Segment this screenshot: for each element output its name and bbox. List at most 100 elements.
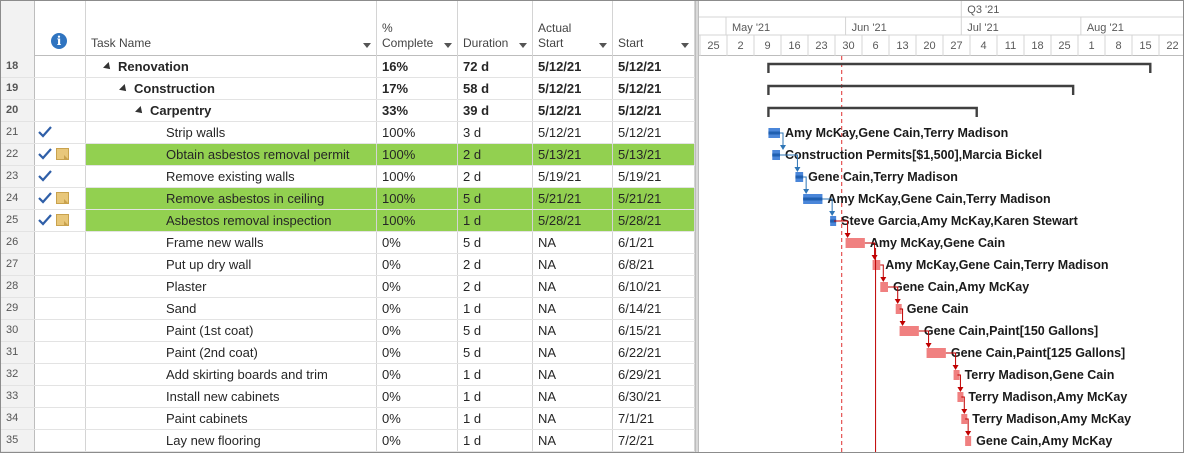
start-cell[interactable]: 7/1/21 bbox=[613, 408, 695, 429]
row-id-cell[interactable]: 18 bbox=[1, 56, 35, 77]
pct-complete-filter-dropdown-icon[interactable] bbox=[444, 43, 452, 48]
pct-complete-cell[interactable]: 0% bbox=[377, 254, 458, 275]
task-row[interactable]: 31 Paint (2nd coat) 0% 5 d NA 6/22/21 bbox=[1, 342, 695, 364]
start-cell[interactable]: 7/2/21 bbox=[613, 430, 695, 451]
task-row[interactable]: 19 Construction 17% 58 d 5/12/21 5/12/21 bbox=[1, 78, 695, 100]
duration-column-header[interactable]: Duration bbox=[458, 1, 533, 56]
actual-start-cell[interactable]: NA bbox=[533, 386, 613, 407]
task-name-column-header[interactable]: Task Name bbox=[86, 1, 377, 56]
task-row[interactable]: 21 Strip walls 100% 3 d 5/12/21 5/12/21 bbox=[1, 122, 695, 144]
task-row[interactable]: 34 Paint cabinets 0% 1 d NA 7/1/21 bbox=[1, 408, 695, 430]
start-cell[interactable]: 6/15/21 bbox=[613, 320, 695, 341]
id-column-header[interactable] bbox=[1, 1, 35, 56]
duration-cell[interactable]: 1 d bbox=[458, 364, 533, 385]
task-row[interactable]: 35 Lay new flooring 0% 1 d NA 7/2/21 bbox=[1, 430, 695, 452]
row-id-cell[interactable]: 28 bbox=[1, 276, 35, 297]
start-cell[interactable]: 5/21/21 bbox=[613, 188, 695, 209]
actual-start-cell[interactable]: 5/13/21 bbox=[533, 144, 613, 165]
duration-cell[interactable]: 2 d bbox=[458, 144, 533, 165]
task-name-filter-dropdown-icon[interactable] bbox=[363, 43, 371, 48]
actual-start-cell[interactable]: 5/12/21 bbox=[533, 122, 613, 143]
row-id-cell[interactable]: 32 bbox=[1, 364, 35, 385]
task-row[interactable]: 30 Paint (1st coat) 0% 5 d NA 6/15/21 bbox=[1, 320, 695, 342]
pct-complete-cell[interactable]: 0% bbox=[377, 276, 458, 297]
actual-start-cell[interactable]: NA bbox=[533, 232, 613, 253]
task-name-cell[interactable]: Obtain asbestos removal permit bbox=[86, 144, 377, 165]
actual-start-cell[interactable]: NA bbox=[533, 408, 613, 429]
row-id-cell[interactable]: 19 bbox=[1, 78, 35, 99]
pct-complete-column-header[interactable]: % Complete bbox=[377, 1, 458, 56]
start-cell[interactable]: 5/13/21 bbox=[613, 144, 695, 165]
duration-cell[interactable]: 5 d bbox=[458, 188, 533, 209]
pct-complete-cell[interactable]: 100% bbox=[377, 210, 458, 231]
duration-cell[interactable]: 1 d bbox=[458, 386, 533, 407]
task-row[interactable]: 27 Put up dry wall 0% 2 d NA 6/8/21 bbox=[1, 254, 695, 276]
start-cell[interactable]: 5/28/21 bbox=[613, 210, 695, 231]
pct-complete-cell[interactable]: 0% bbox=[377, 364, 458, 385]
duration-cell[interactable]: 1 d bbox=[458, 210, 533, 231]
duration-cell[interactable]: 72 d bbox=[458, 56, 533, 77]
row-id-cell[interactable]: 23 bbox=[1, 166, 35, 187]
duration-cell[interactable]: 3 d bbox=[458, 122, 533, 143]
duration-cell[interactable]: 39 d bbox=[458, 100, 533, 121]
row-id-cell[interactable]: 21 bbox=[1, 122, 35, 143]
task-name-cell[interactable]: Carpentry bbox=[86, 100, 377, 121]
task-name-cell[interactable]: Construction bbox=[86, 78, 377, 99]
duration-filter-dropdown-icon[interactable] bbox=[519, 43, 527, 48]
task-row[interactable]: 23 Remove existing walls 100% 2 d 5/19/21 5/1… bbox=[1, 166, 695, 188]
task-name-cell[interactable]: Strip walls bbox=[86, 122, 377, 143]
collapse-triangle-icon[interactable] bbox=[103, 62, 113, 72]
task-name-cell[interactable]: Plaster bbox=[86, 276, 377, 297]
collapse-triangle-icon[interactable] bbox=[119, 84, 129, 94]
task-name-cell[interactable]: Remove asbestos in ceiling bbox=[86, 188, 377, 209]
pct-complete-cell[interactable]: 33% bbox=[377, 100, 458, 121]
note-icon[interactable] bbox=[56, 148, 69, 160]
pct-complete-cell[interactable]: 0% bbox=[377, 232, 458, 253]
start-column-header[interactable]: Start bbox=[613, 1, 695, 56]
start-cell[interactable]: 5/12/21 bbox=[613, 78, 695, 99]
duration-cell[interactable]: 5 d bbox=[458, 342, 533, 363]
actual-start-cell[interactable]: 5/12/21 bbox=[533, 100, 613, 121]
task-name-cell[interactable]: Install new cabinets bbox=[86, 386, 377, 407]
duration-cell[interactable]: 2 d bbox=[458, 166, 533, 187]
actual-start-filter-dropdown-icon[interactable] bbox=[599, 43, 607, 48]
actual-start-cell[interactable]: 5/21/21 bbox=[533, 188, 613, 209]
task-name-cell[interactable]: Lay new flooring bbox=[86, 430, 377, 451]
actual-start-cell[interactable]: NA bbox=[533, 364, 613, 385]
start-cell[interactable]: 5/19/21 bbox=[613, 166, 695, 187]
row-id-cell[interactable]: 25 bbox=[1, 210, 35, 231]
actual-start-cell[interactable]: NA bbox=[533, 342, 613, 363]
pct-complete-cell[interactable]: 0% bbox=[377, 408, 458, 429]
start-cell[interactable]: 5/12/21 bbox=[613, 56, 695, 77]
start-filter-dropdown-icon[interactable] bbox=[681, 43, 689, 48]
collapse-triangle-icon[interactable] bbox=[135, 106, 145, 116]
actual-start-cell[interactable]: 5/28/21 bbox=[533, 210, 613, 231]
duration-cell[interactable]: 1 d bbox=[458, 408, 533, 429]
actual-start-cell[interactable]: 5/19/21 bbox=[533, 166, 613, 187]
task-name-cell[interactable]: Renovation bbox=[86, 56, 377, 77]
actual-start-cell[interactable]: NA bbox=[533, 254, 613, 275]
note-icon[interactable] bbox=[56, 192, 69, 204]
start-cell[interactable]: 6/29/21 bbox=[613, 364, 695, 385]
start-cell[interactable]: 6/22/21 bbox=[613, 342, 695, 363]
task-row[interactable]: 22 Obtain asbestos removal permit 100% 2 d5… bbox=[1, 144, 695, 166]
pct-complete-cell[interactable]: 100% bbox=[377, 188, 458, 209]
row-id-cell[interactable]: 33 bbox=[1, 386, 35, 407]
duration-cell[interactable]: 1 d bbox=[458, 430, 533, 451]
pct-complete-cell[interactable]: 0% bbox=[377, 430, 458, 451]
duration-cell[interactable]: 58 d bbox=[458, 78, 533, 99]
start-cell[interactable]: 5/12/21 bbox=[613, 100, 695, 121]
pct-complete-cell[interactable]: 0% bbox=[377, 320, 458, 341]
task-row[interactable]: 26 Frame new walls 0% 5 d NA 6/1/21 bbox=[1, 232, 695, 254]
indicators-column-header[interactable]: i bbox=[35, 1, 86, 56]
task-name-cell[interactable]: Paint (2nd coat) bbox=[86, 342, 377, 363]
pct-complete-cell[interactable]: 16% bbox=[377, 56, 458, 77]
start-cell[interactable]: 5/12/21 bbox=[613, 122, 695, 143]
duration-cell[interactable]: 1 d bbox=[458, 298, 533, 319]
task-name-cell[interactable]: Frame new walls bbox=[86, 232, 377, 253]
actual-start-cell[interactable]: NA bbox=[533, 430, 613, 451]
actual-start-cell[interactable]: NA bbox=[533, 276, 613, 297]
row-id-cell[interactable]: 27 bbox=[1, 254, 35, 275]
row-id-cell[interactable]: 29 bbox=[1, 298, 35, 319]
task-name-cell[interactable]: Remove existing walls bbox=[86, 166, 377, 187]
